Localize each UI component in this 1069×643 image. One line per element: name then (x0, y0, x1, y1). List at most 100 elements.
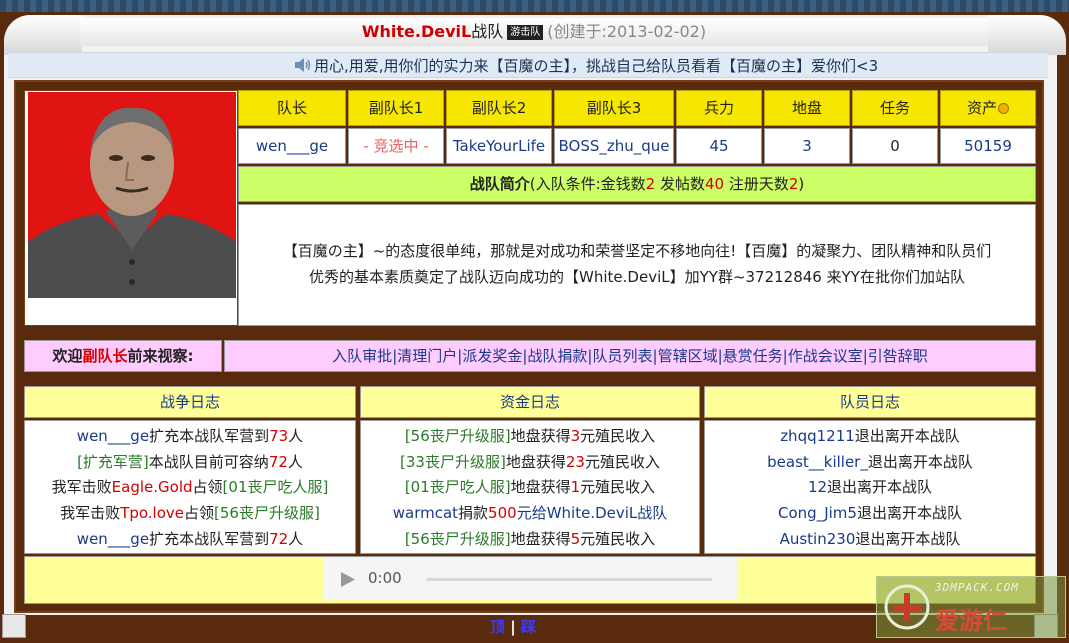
link-bounty-tasks[interactable]: 悬赏任务 (723, 347, 783, 365)
portrait-image (28, 92, 236, 298)
team-badge: 游击队 (507, 25, 544, 40)
war-log-number: 72 (268, 452, 288, 471)
fund-log-unit: 元殖民收入 (580, 478, 656, 497)
member-log-text: 退出离开本战队 (867, 452, 973, 471)
fund-log-server: [01丧尸吃人服] (404, 478, 511, 497)
war-log-unit: 人 (288, 529, 304, 548)
header-vice1: 副队长1 (348, 90, 444, 126)
war-log-item: [扩充军营]本战队目前可容纳72人 (25, 450, 355, 476)
fund-log-amount: 1 (570, 478, 581, 497)
fund-log-text: 捐款 (458, 504, 489, 523)
coin-icon (998, 103, 1009, 114)
team-created-date: (创建于:2013-02-02) (547, 22, 707, 41)
war-log-text: 扩充本战队军营到 (149, 529, 270, 548)
fund-log-server: [33丧尸升级服] (400, 452, 506, 471)
site-watermark: 3DMPACK.COM 爱游仁 (876, 576, 1066, 638)
link-distribute-bonus[interactable]: 派发奖金 (462, 347, 522, 365)
troops-value: 45 (676, 128, 762, 164)
intro-cond-open: (入队条件:金钱数 (529, 175, 646, 193)
vote-down-link[interactable]: 踩 (521, 618, 536, 636)
link-member-list[interactable]: 队员列表 (592, 347, 652, 365)
member-log-item: beast__killer_退出离开本战队 (705, 450, 1035, 476)
war-log-user[interactable]: wen___ge (77, 427, 149, 445)
war-log-number: 72 (269, 529, 289, 548)
fund-log-title: 资金日志 (360, 386, 700, 418)
fund-log-item: warmcat捐款500元给White.DeviL战队 (361, 501, 699, 527)
header-tasks: 任务 (852, 90, 938, 126)
captain-name[interactable]: wen___ge (238, 128, 346, 164)
war-log-item: 我军击败Tpo.love占领[56丧尸升级服] (25, 501, 355, 527)
link-war-room[interactable]: 作战会议室 (788, 347, 863, 365)
war-log-tag: [扩充军营] (77, 452, 149, 471)
member-log-text: 退出离开本战队 (854, 427, 960, 445)
war-log-title: 战争日志 (24, 386, 356, 418)
tasks-value: 0 (852, 128, 938, 164)
speaker-icon (295, 58, 311, 72)
member-log-title: 队员日志 (704, 386, 1036, 418)
member-log-text: 退出离开本战队 (827, 478, 933, 497)
member-log-text: 退出离开本战队 (856, 504, 962, 523)
war-log-item: wen___ge扩充本战队军营到73人 (25, 424, 355, 450)
member-log-user[interactable]: 12 (808, 478, 827, 496)
vice2-name[interactable]: TakeYourLife (446, 128, 552, 164)
link-territory[interactable]: 管辖区域 (658, 347, 718, 365)
intro-text-line2: 优秀的基本素质奠定了战队迈向成功的【White.DeviL】加YY群~37212… (309, 268, 965, 286)
war-log-text: 我军击败 (60, 504, 121, 523)
fund-log-amount: 500 (488, 504, 517, 523)
member-log-user[interactable]: beast__killer_ (767, 453, 868, 471)
member-log-user[interactable]: Cong_Jim5 (778, 504, 857, 522)
play-icon[interactable] (340, 571, 356, 588)
war-log: wen___ge扩充本战队军营到73人 [扩充军营]本战队目前可容纳72人 我军… (24, 420, 356, 554)
watermark-logo-icon (884, 584, 930, 630)
watermark-line1: 3DMPACK.COM (935, 581, 1019, 594)
war-log-enemy[interactable]: Eagle.Gold (112, 478, 193, 496)
war-log-item: 我军击败Eagle.Gold占领[01丧尸吃人服] (25, 475, 355, 501)
link-purge-members[interactable]: 清理门户 (397, 347, 457, 365)
header-troops: 兵力 (676, 90, 762, 126)
member-log-item: Cong_Jim5退出离开本战队 (705, 501, 1035, 527)
fund-log: [56丧尸升级服]地盘获得3元殖民收入 [33丧尸升级服]地盘获得23元殖民收入… (360, 420, 700, 554)
announcement-bar: 用心,用爱,用你们的实力来【百魔の主】，挑战自己给队员看看【百魔の主】爱你们<3 (8, 52, 1048, 78)
vice1-status[interactable]: - 竞选中 - (348, 128, 444, 164)
vote-up-link[interactable]: 顶 (490, 618, 505, 636)
war-log-text: 占领 (184, 504, 215, 523)
intro-label: 战队简介 (469, 175, 530, 193)
fund-log-text: 地盘获得 (505, 452, 566, 471)
intro-text: 【百魔の主】~的态度很单纯，那就是对成功和荣誉坚定不移地向往!【百魔】的凝聚力、… (238, 204, 1036, 326)
welcome-role: 副队长 (82, 347, 128, 365)
member-log-user[interactable]: zhqq1211 (780, 427, 855, 445)
fund-log-unit: 元殖民收入 (580, 427, 656, 445)
link-team-donation[interactable]: 战队捐款 (527, 347, 587, 365)
intro-days-label: 注册天数 (724, 175, 789, 193)
fund-log-unit: 元给White.DeviL战队 (516, 504, 668, 523)
fund-log-amount: 5 (570, 529, 581, 548)
war-log-item: wen___ge扩充本战队军营到72人 (25, 527, 355, 553)
link-resign[interactable]: 引咎辞职 (868, 347, 928, 365)
fund-log-amount: 3 (570, 427, 581, 445)
member-log-user[interactable]: Austin230 (780, 530, 856, 548)
fund-log-server: [56丧尸升级服] (404, 529, 511, 548)
intro-money: 2 (645, 175, 656, 193)
war-log-text: 我军击败 (51, 478, 112, 497)
member-log-item: zhqq1211退出离开本战队 (705, 424, 1035, 450)
team-name[interactable]: White.DeviL (362, 22, 471, 41)
audio-progress-track[interactable] (426, 578, 712, 581)
fund-log-user[interactable]: warmcat (393, 504, 458, 522)
war-log-server: [01丧尸吃人服] (222, 478, 329, 497)
intro-days: 2 (788, 175, 799, 193)
vice3-name[interactable]: BOSS_zhu_que (554, 128, 674, 164)
war-log-user[interactable]: wen___ge (77, 530, 149, 548)
corner-image-left (2, 614, 26, 638)
header-assets: 资产 (940, 90, 1036, 126)
war-log-enemy[interactable]: Tpo.love (120, 504, 184, 522)
member-log-item: Austin230退出离开本战队 (705, 527, 1035, 553)
fund-log-unit: 元殖民收入 (584, 452, 660, 471)
link-join-approval[interactable]: 入队审批 (332, 347, 392, 365)
intro-cond-close: ) (798, 175, 805, 193)
war-log-server: [56丧尸升级服] (214, 504, 320, 523)
fund-log-item: [01丧尸吃人服]地盘获得1元殖民收入 (361, 475, 699, 501)
frame-corner-right (988, 15, 1066, 55)
team-avatar (28, 92, 236, 298)
vote-links: 顶 | 踩 (490, 616, 536, 638)
member-log-text: 退出离开本战队 (855, 529, 961, 548)
